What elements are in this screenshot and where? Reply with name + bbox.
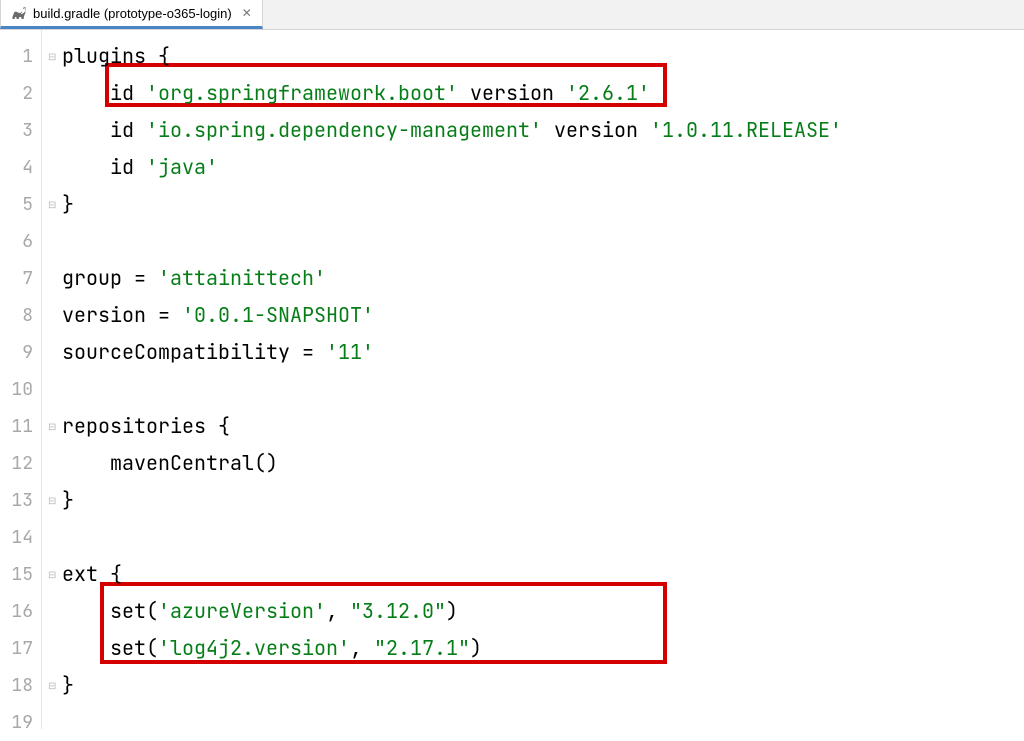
line-number: 2 (0, 75, 41, 112)
line-number: 4 (0, 149, 41, 186)
line-number: 8 (0, 297, 41, 334)
code-line: sourceCompatibility = '11' (62, 334, 1024, 371)
code-line: id 'io.spring.dependency-management' ver… (62, 112, 1024, 149)
code-line (62, 371, 1024, 408)
code-line: ⊟ext { (62, 556, 1024, 593)
line-number: 6 (0, 223, 41, 260)
code-line: ⊟} (62, 667, 1024, 704)
code-line: group = 'attainittech' (62, 260, 1024, 297)
code-line (62, 519, 1024, 556)
code-line: set('azureVersion', "3.12.0") (62, 593, 1024, 630)
code-line: ⊟} (62, 186, 1024, 223)
line-number: 14 (0, 519, 41, 556)
line-number: 7 (0, 260, 41, 297)
fold-open-icon[interactable]: ⊟ (48, 38, 60, 75)
line-number: 10 (0, 371, 41, 408)
line-number: 13 (0, 482, 41, 519)
line-number: 5 (0, 186, 41, 223)
code-line: ⊟} (62, 482, 1024, 519)
line-number: 15 (0, 556, 41, 593)
tab-bar: build.gradle (prototype-o365-login) ✕ (0, 0, 1024, 30)
code-line: id 'org.springframework.boot' version '2… (62, 75, 1024, 112)
line-number: 3 (0, 112, 41, 149)
tab-filename: build.gradle (prototype-o365-login) (33, 6, 232, 21)
code-area[interactable]: ⊟plugins { id 'org.springframework.boot'… (42, 30, 1024, 729)
fold-close-icon[interactable]: ⊟ (48, 482, 60, 519)
line-number: 19 (0, 704, 41, 741)
code-line: version = '0.0.1-SNAPSHOT' (62, 297, 1024, 334)
line-number: 11 (0, 408, 41, 445)
line-number: 9 (0, 334, 41, 371)
code-line: id 'java' (62, 149, 1024, 186)
close-icon[interactable]: ✕ (242, 6, 252, 20)
code-line: mavenCentral() (62, 445, 1024, 482)
fold-open-icon[interactable]: ⊟ (48, 556, 60, 593)
gradle-icon (11, 5, 27, 21)
code-line: ⊟repositories { (62, 408, 1024, 445)
line-number: 17 (0, 630, 41, 667)
code-line (62, 223, 1024, 260)
line-number: 12 (0, 445, 41, 482)
line-number: 16 (0, 593, 41, 630)
code-line: ⊟plugins { (62, 38, 1024, 75)
editor-tab[interactable]: build.gradle (prototype-o365-login) ✕ (0, 0, 263, 29)
code-line (62, 704, 1024, 741)
line-number: 18 (0, 667, 41, 704)
fold-close-icon[interactable]: ⊟ (48, 667, 60, 704)
code-line: set('log4j2.version', "2.17.1") (62, 630, 1024, 667)
line-number-gutter: 1 2 3 4 5 6 7 8 9 10 11 12 13 14 15 16 1… (0, 30, 42, 729)
fold-open-icon[interactable]: ⊟ (48, 408, 60, 445)
editor: 1 2 3 4 5 6 7 8 9 10 11 12 13 14 15 16 1… (0, 30, 1024, 729)
line-number: 1 (0, 38, 41, 75)
fold-close-icon[interactable]: ⊟ (48, 186, 60, 223)
